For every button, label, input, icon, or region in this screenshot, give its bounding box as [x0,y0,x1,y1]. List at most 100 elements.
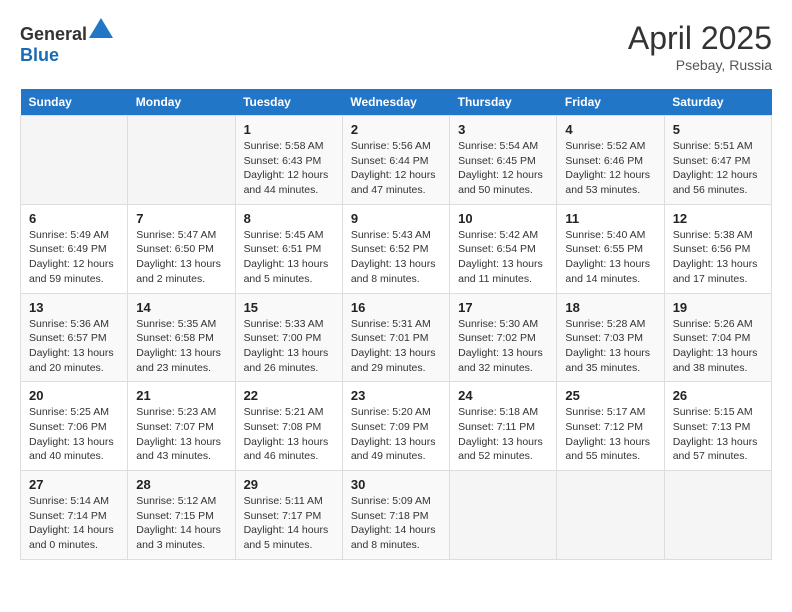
calendar-cell: 22 Sunrise: 5:21 AMSunset: 7:08 PMDayligh… [235,382,342,471]
day-number: 30 [351,477,441,492]
day-number: 4 [565,122,655,137]
day-info: Sunrise: 5:58 AMSunset: 6:43 PMDaylight:… [244,139,334,198]
col-thursday: Thursday [450,89,557,116]
week-row-3: 13 Sunrise: 5:36 AMSunset: 6:57 PMDayligh… [21,293,772,382]
day-number: 26 [673,388,763,403]
calendar-cell: 10 Sunrise: 5:42 AMSunset: 6:54 PMDayligh… [450,204,557,293]
calendar-table: Sunday Monday Tuesday Wednesday Thursday… [20,89,772,560]
calendar-cell [557,471,664,560]
calendar-cell: 5 Sunrise: 5:51 AMSunset: 6:47 PMDaylight… [664,116,771,205]
calendar-cell: 21 Sunrise: 5:23 AMSunset: 7:07 PMDayligh… [128,382,235,471]
day-info: Sunrise: 5:20 AMSunset: 7:09 PMDaylight:… [351,405,441,464]
col-wednesday: Wednesday [342,89,449,116]
day-info: Sunrise: 5:25 AMSunset: 7:06 PMDaylight:… [29,405,119,464]
calendar-cell: 18 Sunrise: 5:28 AMSunset: 7:03 PMDayligh… [557,293,664,382]
day-number: 5 [673,122,763,137]
calendar-cell: 6Sunrise: 5:49 AMSunset: 6:49 PMDaylight… [21,204,128,293]
calendar-cell: 17 Sunrise: 5:30 AMSunset: 7:02 PMDayligh… [450,293,557,382]
calendar-cell: 1Sunrise: 5:58 AMSunset: 6:43 PMDaylight… [235,116,342,205]
day-number: 22 [244,388,334,403]
calendar-cell: 14Sunrise: 5:35 AMSunset: 6:58 PMDayligh… [128,293,235,382]
calendar-cell: 7 Sunrise: 5:47 AMSunset: 6:50 PMDaylight… [128,204,235,293]
col-tuesday: Tuesday [235,89,342,116]
day-number: 13 [29,300,119,315]
day-info: Sunrise: 5:30 AMSunset: 7:02 PMDaylight:… [458,317,548,376]
month-title: April 2025 [628,20,772,57]
day-info: Sunrise: 5:21 AMSunset: 7:08 PMDaylight:… [244,405,334,464]
day-info: Sunrise: 5:15 AMSunset: 7:13 PMDaylight:… [673,405,763,464]
calendar-cell: 25Sunrise: 5:17 AMSunset: 7:12 PMDayligh… [557,382,664,471]
week-row-1: 1Sunrise: 5:58 AMSunset: 6:43 PMDaylight… [21,116,772,205]
day-info: Sunrise: 5:12 AMSunset: 7:15 PMDaylight:… [136,494,226,553]
day-info: Sunrise: 5:51 AMSunset: 6:47 PMDaylight:… [673,139,763,198]
calendar-cell: 26 Sunrise: 5:15 AMSunset: 7:13 PMDayligh… [664,382,771,471]
day-info: Sunrise: 5:36 AMSunset: 6:57 PMDaylight:… [29,317,119,376]
day-info: Sunrise: 5:40 AMSunset: 6:55 PMDaylight:… [565,228,655,287]
col-friday: Friday [557,89,664,116]
day-number: 7 [136,211,226,226]
day-number: 16 [351,300,441,315]
calendar-cell: 4Sunrise: 5:52 AMSunset: 6:46 PMDaylight… [557,116,664,205]
day-info: Sunrise: 5:28 AMSunset: 7:03 PMDaylight:… [565,317,655,376]
day-info: Sunrise: 5:54 AMSunset: 6:45 PMDaylight:… [458,139,548,198]
page-header: General Blue April 2025 Psebay, Russia [20,20,772,73]
week-row-2: 6Sunrise: 5:49 AMSunset: 6:49 PMDaylight… [21,204,772,293]
col-sunday: Sunday [21,89,128,116]
calendar-cell: 15Sunrise: 5:33 AMSunset: 7:00 PMDayligh… [235,293,342,382]
day-info: Sunrise: 5:26 AMSunset: 7:04 PMDaylight:… [673,317,763,376]
col-saturday: Saturday [664,89,771,116]
week-row-4: 20 Sunrise: 5:25 AMSunset: 7:06 PMDayligh… [21,382,772,471]
day-number: 29 [244,477,334,492]
week-row-5: 27Sunrise: 5:14 AMSunset: 7:14 PMDayligh… [21,471,772,560]
calendar-cell: 27Sunrise: 5:14 AMSunset: 7:14 PMDayligh… [21,471,128,560]
logo-icon [89,18,113,38]
logo: General Blue [20,20,113,66]
calendar-cell: 24Sunrise: 5:18 AMSunset: 7:11 PMDayligh… [450,382,557,471]
title-block: April 2025 Psebay, Russia [628,20,772,73]
day-number: 10 [458,211,548,226]
day-info: Sunrise: 5:45 AMSunset: 6:51 PMDaylight:… [244,228,334,287]
day-number: 8 [244,211,334,226]
day-number: 18 [565,300,655,315]
calendar-cell: 30Sunrise: 5:09 AMSunset: 7:18 PMDayligh… [342,471,449,560]
calendar-cell [664,471,771,560]
calendar-cell [450,471,557,560]
calendar-cell: 9Sunrise: 5:43 AMSunset: 6:52 PMDaylight… [342,204,449,293]
calendar-cell: 19 Sunrise: 5:26 AMSunset: 7:04 PMDayligh… [664,293,771,382]
day-number: 17 [458,300,548,315]
calendar-cell [21,116,128,205]
calendar-cell: 3 Sunrise: 5:54 AMSunset: 6:45 PMDaylight… [450,116,557,205]
day-number: 11 [565,211,655,226]
calendar-cell: 23 Sunrise: 5:20 AMSunset: 7:09 PMDayligh… [342,382,449,471]
day-info: Sunrise: 5:42 AMSunset: 6:54 PMDaylight:… [458,228,548,287]
calendar-cell: 13 Sunrise: 5:36 AMSunset: 6:57 PMDayligh… [21,293,128,382]
calendar-cell: 2Sunrise: 5:56 AMSunset: 6:44 PMDaylight… [342,116,449,205]
day-number: 3 [458,122,548,137]
calendar-cell: 29 Sunrise: 5:11 AMSunset: 7:17 PMDayligh… [235,471,342,560]
day-info: Sunrise: 5:56 AMSunset: 6:44 PMDaylight:… [351,139,441,198]
day-number: 21 [136,388,226,403]
calendar-cell: 16 Sunrise: 5:31 AMSunset: 7:01 PMDayligh… [342,293,449,382]
day-number: 15 [244,300,334,315]
day-number: 9 [351,211,441,226]
calendar-cell: 20 Sunrise: 5:25 AMSunset: 7:06 PMDayligh… [21,382,128,471]
day-number: 25 [565,388,655,403]
calendar-cell: 12 Sunrise: 5:38 AMSunset: 6:56 PMDayligh… [664,204,771,293]
day-info: Sunrise: 5:38 AMSunset: 6:56 PMDaylight:… [673,228,763,287]
logo-text: General Blue [20,20,113,66]
day-info: Sunrise: 5:31 AMSunset: 7:01 PMDaylight:… [351,317,441,376]
col-monday: Monday [128,89,235,116]
calendar-header-row: Sunday Monday Tuesday Wednesday Thursday… [21,89,772,116]
day-info: Sunrise: 5:23 AMSunset: 7:07 PMDaylight:… [136,405,226,464]
day-number: 19 [673,300,763,315]
day-info: Sunrise: 5:11 AMSunset: 7:17 PMDaylight:… [244,494,334,553]
day-number: 28 [136,477,226,492]
day-info: Sunrise: 5:47 AMSunset: 6:50 PMDaylight:… [136,228,226,287]
day-number: 23 [351,388,441,403]
day-number: 12 [673,211,763,226]
day-number: 20 [29,388,119,403]
day-number: 14 [136,300,226,315]
day-number: 24 [458,388,548,403]
day-info: Sunrise: 5:14 AMSunset: 7:14 PMDaylight:… [29,494,119,553]
location-subtitle: Psebay, Russia [628,57,772,73]
